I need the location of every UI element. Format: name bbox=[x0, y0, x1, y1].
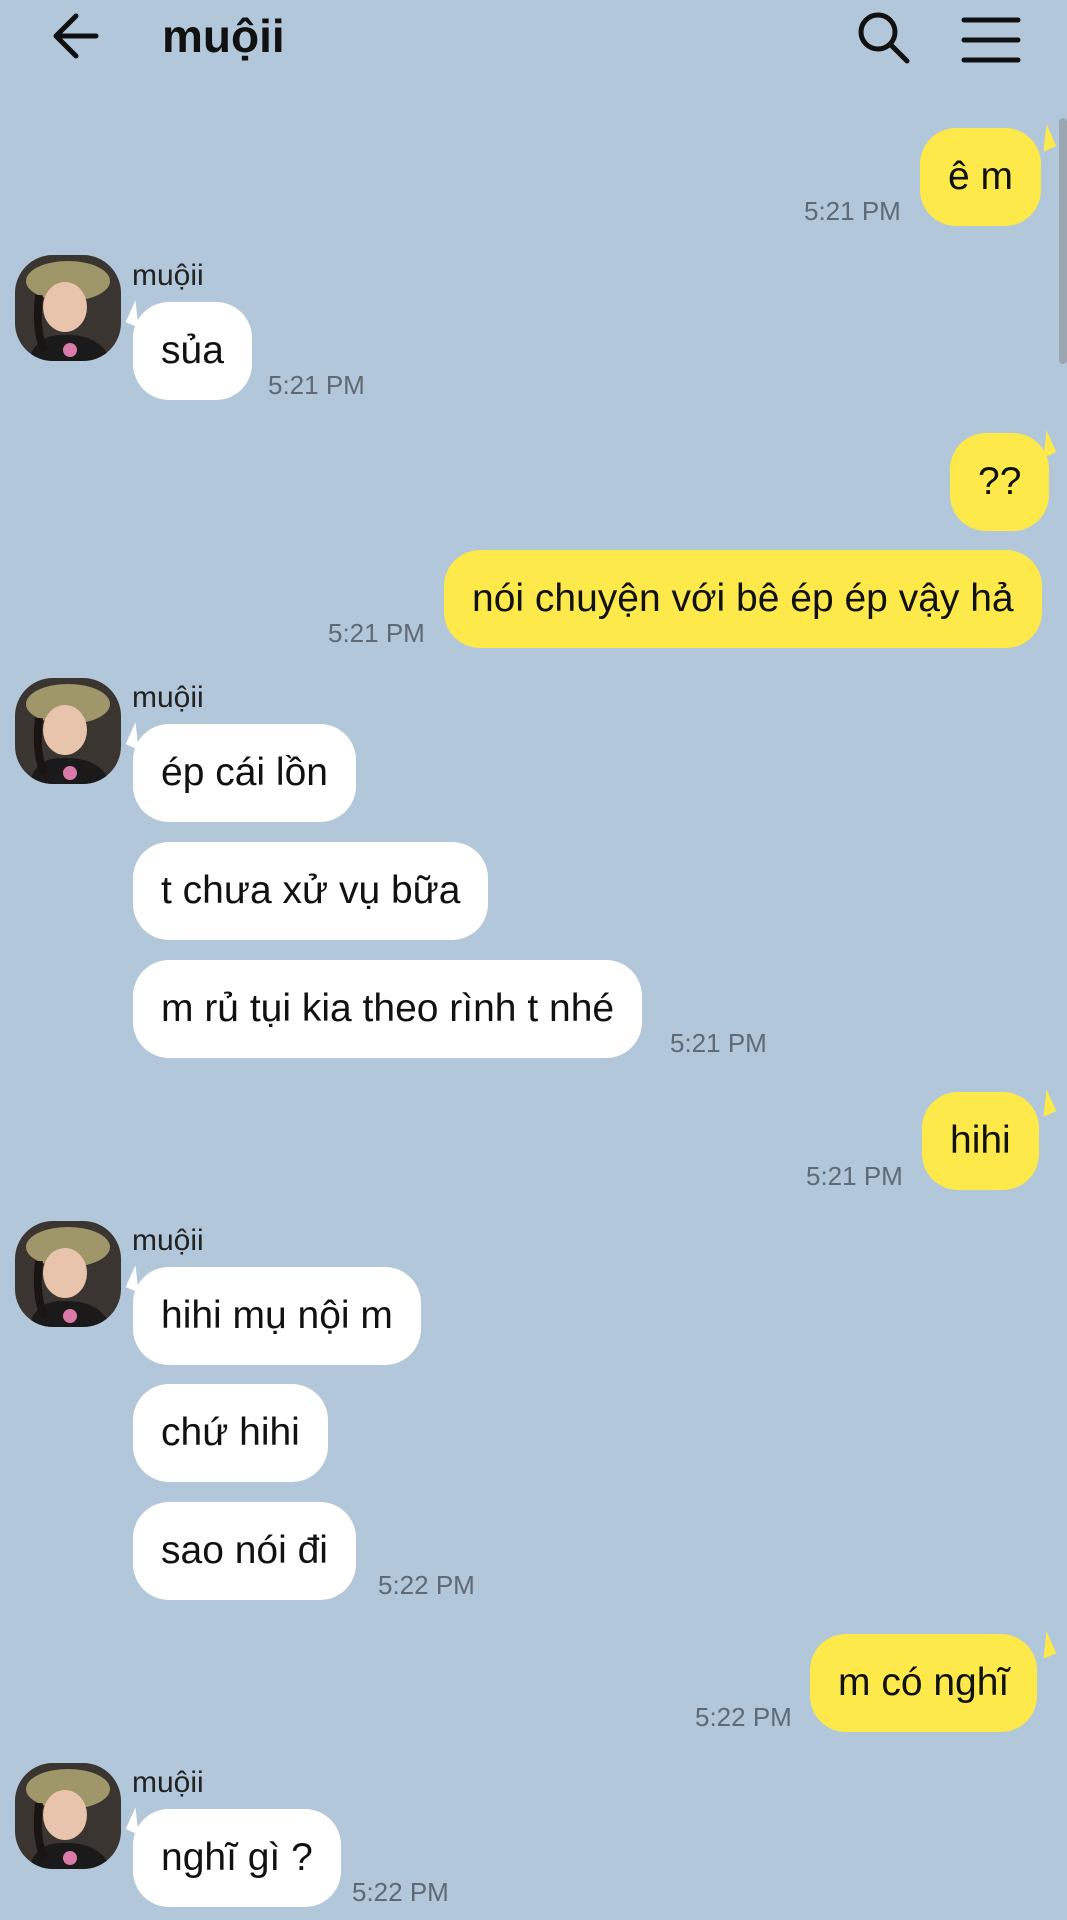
message-timestamp: 5:22 PM bbox=[695, 1702, 792, 1732]
message-text: chứ hihi bbox=[161, 1411, 300, 1454]
message-text: hihi bbox=[950, 1119, 1011, 1162]
their-message-bubble[interactable]: t chưa xử vụ bữa bbox=[133, 842, 489, 940]
my-message-bubble[interactable]: nói chuyện với bê ép ép vậy hả bbox=[444, 550, 1042, 648]
chat-title: muộii bbox=[162, 10, 285, 62]
avatar-image bbox=[15, 255, 121, 361]
sender-name: muộii bbox=[132, 681, 204, 714]
search-button[interactable] bbox=[852, 6, 916, 70]
my-message-bubble[interactable]: m có nghĩ bbox=[810, 1634, 1038, 1732]
message-text: nghĩ gì ? bbox=[161, 1836, 313, 1879]
avatar[interactable] bbox=[15, 1221, 121, 1327]
avatar-image bbox=[15, 1763, 121, 1869]
their-message-bubble[interactable]: chứ hihi bbox=[133, 1384, 328, 1482]
bubble-tail bbox=[1033, 1631, 1057, 1659]
message-text: sao nói đi bbox=[161, 1529, 328, 1572]
message-timestamp: 5:21 PM bbox=[804, 196, 901, 226]
their-message-bubble[interactable]: nghĩ gì ? bbox=[133, 1809, 341, 1907]
message-text: m rủ tụi kia theo rình t nhé bbox=[161, 987, 615, 1030]
avatar-image bbox=[15, 678, 121, 784]
hamburger-menu-icon bbox=[961, 17, 1021, 63]
avatar[interactable] bbox=[15, 255, 121, 361]
back-button[interactable] bbox=[44, 6, 112, 66]
message-text: ê m bbox=[948, 155, 1014, 198]
message-timestamp: 5:21 PM bbox=[328, 618, 425, 648]
message-text: sủa bbox=[161, 329, 224, 372]
message-timestamp: 5:21 PM bbox=[670, 1028, 767, 1058]
their-message-bubble[interactable]: sao nói đi bbox=[133, 1502, 356, 1600]
message-text: t chưa xử vụ bữa bbox=[161, 869, 461, 912]
chat-header: muộii bbox=[0, 0, 1067, 80]
scrollbar-thumb[interactable] bbox=[1059, 118, 1067, 364]
search-icon bbox=[858, 12, 910, 64]
avatar[interactable] bbox=[15, 1763, 121, 1869]
my-message-bubble[interactable]: ê m bbox=[920, 128, 1042, 226]
avatar-image bbox=[15, 1221, 121, 1327]
message-text: ép cái lồn bbox=[161, 751, 328, 794]
their-message-bubble[interactable]: ép cái lồn bbox=[133, 724, 356, 822]
my-message-bubble[interactable]: ?? bbox=[950, 433, 1050, 531]
their-message-bubble[interactable]: m rủ tụi kia theo rình t nhé bbox=[133, 960, 643, 1058]
sender-name: muộii bbox=[132, 1766, 204, 1799]
avatar[interactable] bbox=[15, 678, 121, 784]
arrow-left-icon bbox=[53, 13, 99, 59]
message-text: hihi mụ nội m bbox=[161, 1294, 393, 1337]
scrollbar-track[interactable] bbox=[1057, 110, 1067, 1910]
sender-name: muộii bbox=[132, 1224, 204, 1257]
their-message-bubble[interactable]: sủa bbox=[133, 302, 252, 400]
message-timestamp: 5:22 PM bbox=[352, 1877, 449, 1907]
message-text: m có nghĩ bbox=[838, 1661, 1010, 1704]
message-timestamp: 5:21 PM bbox=[806, 1161, 903, 1191]
sender-name: muộii bbox=[132, 259, 204, 292]
message-timestamp: 5:21 PM bbox=[268, 370, 365, 400]
message-text: ?? bbox=[978, 460, 1022, 503]
my-message-bubble[interactable]: hihi bbox=[922, 1092, 1039, 1190]
their-message-bubble[interactable]: hihi mụ nội m bbox=[133, 1267, 421, 1365]
menu-button[interactable] bbox=[958, 6, 1028, 70]
message-timestamp: 5:22 PM bbox=[378, 1570, 475, 1600]
bubble-tail bbox=[1033, 1089, 1057, 1117]
message-text: nói chuyện với bê ép ép vậy hả bbox=[472, 577, 1014, 620]
